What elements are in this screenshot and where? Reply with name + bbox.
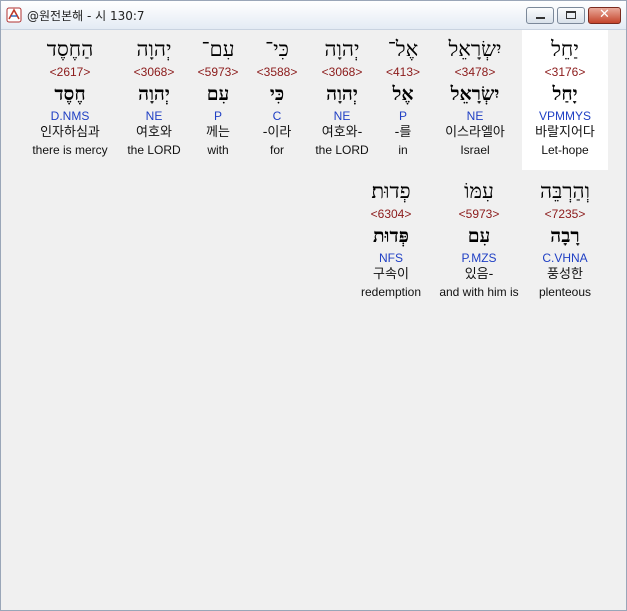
window-title: @원전본해 - 시 130:7 bbox=[27, 9, 145, 23]
app-window: @원전본해 - 시 130:7 ✕ יַחֵל <3176> יָחַל VPM… bbox=[0, 0, 627, 611]
english-gloss: there is mercy bbox=[32, 143, 108, 157]
korean-gloss: 풍성한 bbox=[547, 267, 583, 282]
parsing-code: P.MZS bbox=[461, 251, 497, 265]
hebrew-lemma: יָחַל bbox=[552, 83, 578, 105]
word-cell[interactable]: יַחֵל <3176> יָחַל VPMMYS 바랄지어다 Let-hope bbox=[522, 30, 608, 170]
strong-number-link[interactable]: <3068> bbox=[111, 64, 197, 80]
maximize-button[interactable] bbox=[557, 7, 585, 24]
interlinear-panel: יַחֵל <3176> יָחַל VPMMYS 바랄지어다 Let-hope… bbox=[5, 30, 621, 608]
hebrew-lemma: רָבָה bbox=[550, 225, 580, 247]
word-cell[interactable]: הַחֶסֶד <2617> חֶסֶד D.NMS 인자하심과 there i… bbox=[23, 30, 117, 170]
app-logo-icon bbox=[6, 7, 22, 23]
word-cell[interactable]: עִמּוֹ <5973> עִם P.MZS 있음- and with him… bbox=[431, 172, 527, 312]
hebrew-word: יַחֵל bbox=[551, 37, 579, 61]
english-gloss: redemption bbox=[360, 285, 422, 299]
hebrew-lemma: חֶסֶד bbox=[54, 83, 86, 105]
close-button[interactable]: ✕ bbox=[588, 7, 621, 24]
hebrew-word: יְהוָה bbox=[136, 37, 172, 61]
word-cell[interactable]: יְהוָה <3068> יְהוָה NE 여호와 the LORD bbox=[111, 30, 197, 170]
english-gloss: Let-hope bbox=[541, 143, 589, 157]
english-gloss: the LORD bbox=[127, 143, 181, 157]
close-icon: ✕ bbox=[599, 7, 610, 22]
title-bar[interactable]: @원전본해 - 시 130:7 ✕ bbox=[1, 1, 626, 30]
hebrew-lemma: עִם bbox=[467, 225, 491, 247]
korean-gloss: 인자하심과 bbox=[40, 125, 100, 140]
hebrew-word: פְדוּת׃ bbox=[371, 179, 411, 203]
strong-number-link[interactable]: <2617> bbox=[23, 64, 117, 80]
hebrew-lemma: יְהוָה bbox=[138, 83, 170, 105]
parsing-code: VPMMYS bbox=[538, 109, 591, 123]
minimize-button[interactable] bbox=[526, 7, 554, 24]
korean-gloss: 있음- bbox=[464, 267, 494, 282]
minimize-icon bbox=[536, 17, 545, 19]
strong-number-link[interactable]: <3176> bbox=[522, 64, 608, 80]
korean-gloss: 구속이 bbox=[373, 267, 409, 282]
hebrew-word: עִמּוֹ bbox=[464, 179, 494, 203]
english-gloss: and with him is bbox=[439, 285, 519, 299]
word-cell[interactable]: וְהַרְבֵּה <7235> רָבָה C.VHNA 풍성한 plent… bbox=[522, 172, 608, 312]
strong-number-link[interactable]: <7235> bbox=[522, 206, 608, 222]
strong-number-link[interactable]: <5973> bbox=[431, 206, 527, 222]
parsing-code: NFS bbox=[379, 251, 403, 265]
korean-gloss: 바랄지어다 bbox=[535, 125, 595, 140]
korean-gloss: 여호와 bbox=[136, 125, 172, 140]
english-gloss: plenteous bbox=[538, 285, 592, 299]
hebrew-word: וְהַרְבֵּה bbox=[540, 179, 590, 203]
hebrew-lemma: פְּדוּת bbox=[373, 225, 409, 247]
word-cell[interactable]: פְדוּת׃ <6304> פְּדוּת NFS 구속이 redemptio… bbox=[348, 172, 434, 312]
parsing-code: D.NMS bbox=[50, 109, 90, 123]
hebrew-word: הַחֶסֶד bbox=[46, 37, 94, 61]
parsing-code: NE bbox=[145, 109, 163, 123]
maximize-icon bbox=[566, 11, 576, 19]
parsing-code: C.VHNA bbox=[542, 251, 588, 265]
strong-number-link[interactable]: <6304> bbox=[348, 206, 434, 222]
